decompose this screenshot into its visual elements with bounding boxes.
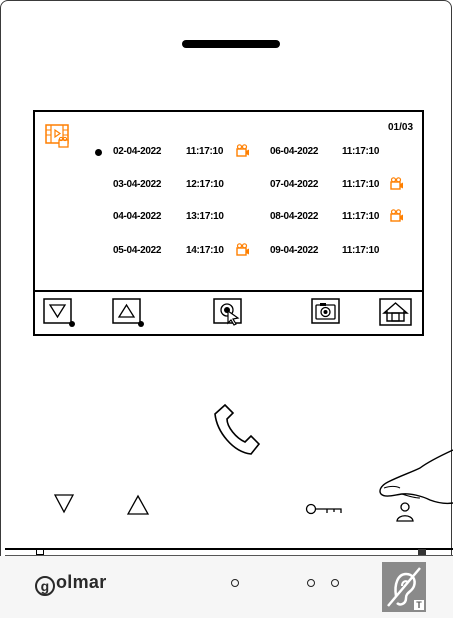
record-date[interactable]: 06-04-2022 <box>270 146 318 157</box>
record-time[interactable]: 12:17:10 <box>186 179 224 190</box>
record-date[interactable]: 09-04-2022 <box>270 245 318 256</box>
video-record-icon <box>236 144 249 157</box>
base-divider <box>5 548 453 550</box>
key-icon[interactable] <box>305 502 345 516</box>
selection-dot <box>95 149 102 156</box>
hearing-loop-icon: T <box>382 562 426 612</box>
handset-icon[interactable] <box>203 402 273 460</box>
video-gallery-icon <box>45 124 69 148</box>
svg-text:T: T <box>416 600 422 610</box>
indicator-led <box>231 579 239 587</box>
scroll-up-icon[interactable] <box>112 298 146 328</box>
page-indicator: 01/03 <box>388 122 414 133</box>
record-time[interactable]: 11:17:10 <box>186 146 223 157</box>
right-clip <box>418 549 426 555</box>
record-time[interactable]: 11:17:10 <box>342 179 379 190</box>
record-time[interactable]: 13:17:10 <box>186 211 224 222</box>
video-record-icon <box>390 177 403 190</box>
record-date[interactable]: 05-04-2022 <box>113 245 161 256</box>
toolbar-divider <box>35 290 422 292</box>
pointing-hand-icon <box>379 449 453 505</box>
view-record-icon[interactable] <box>213 298 247 328</box>
video-record-icon <box>390 209 403 222</box>
indicator-led <box>331 579 339 587</box>
record-time[interactable]: 11:17:10 <box>342 211 379 222</box>
monitor-device: 01/03 02-04-2022 11:17:10 03-04-2022 12:… <box>0 0 453 618</box>
down-arrow-icon[interactable] <box>53 492 75 514</box>
home-icon[interactable] <box>379 298 413 328</box>
camera-icon[interactable] <box>311 298 345 328</box>
left-clip <box>36 549 44 555</box>
scroll-down-icon[interactable] <box>43 298 77 328</box>
record-time[interactable]: 14:17:10 <box>186 245 224 256</box>
speaker-slot <box>182 40 280 48</box>
brand-logo: g olmar <box>35 572 107 596</box>
record-date[interactable]: 07-04-2022 <box>270 179 318 190</box>
indicator-led <box>307 579 315 587</box>
record-date[interactable]: 03-04-2022 <box>113 179 161 190</box>
screen: 01/03 02-04-2022 11:17:10 03-04-2022 12:… <box>33 110 424 336</box>
up-arrow-icon[interactable] <box>126 494 150 516</box>
record-date[interactable]: 02-04-2022 <box>113 146 161 157</box>
record-date[interactable]: 04-04-2022 <box>113 211 161 222</box>
record-time[interactable]: 11:17:10 <box>342 245 379 256</box>
record-date[interactable]: 08-04-2022 <box>270 211 318 222</box>
brand-text: olmar <box>56 572 107 592</box>
record-time[interactable]: 11:17:10 <box>342 146 379 157</box>
video-record-icon <box>236 243 249 256</box>
